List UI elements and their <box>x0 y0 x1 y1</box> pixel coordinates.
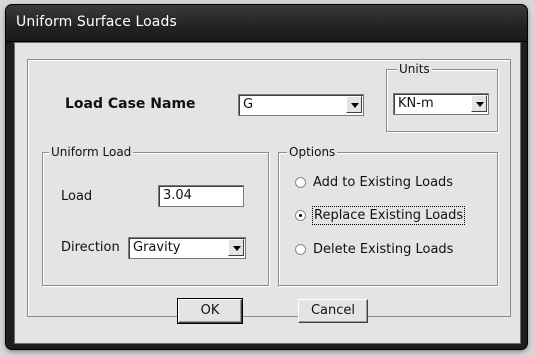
option-add-label: Add to Existing Loads <box>313 175 454 190</box>
option-replace-label: Replace Existing Loads <box>311 206 466 225</box>
radio-icon[interactable] <box>295 177 306 188</box>
chevron-down-icon <box>351 103 359 108</box>
units-group: Units KN-m <box>386 61 498 132</box>
dialog-window: Uniform Surface Loads Load Case Name G U… <box>6 5 527 349</box>
option-replace-existing[interactable]: Replace Existing Loads <box>295 206 485 225</box>
options-legend: Options <box>287 144 338 160</box>
option-delete-label: Delete Existing Loads <box>313 242 454 257</box>
uniform-load-group: Uniform Load Load 3.04 Direction Gravity <box>42 144 269 286</box>
title-bar[interactable]: Uniform Surface Loads <box>6 5 527 42</box>
ok-button[interactable]: OK <box>177 298 243 324</box>
load-case-select[interactable]: G <box>238 94 364 116</box>
direction-dropdown-button[interactable] <box>228 239 244 256</box>
direction-select[interactable]: Gravity <box>128 237 246 259</box>
units-legend: Units <box>397 61 432 77</box>
chevron-down-icon <box>233 246 241 251</box>
window-title: Uniform Surface Loads <box>16 14 177 30</box>
option-add-to-existing[interactable]: Add to Existing Loads <box>295 174 485 192</box>
radio-icon[interactable] <box>295 210 306 221</box>
dialog-frame: Load Case Name G Units KN-m Uniform Load… <box>27 59 511 324</box>
cancel-button[interactable]: Cancel <box>298 299 368 323</box>
radio-icon[interactable] <box>295 244 306 255</box>
load-case-name-label: Load Case Name <box>65 96 196 112</box>
direction-value: Gravity <box>133 240 181 255</box>
load-case-dropdown-button[interactable] <box>346 96 362 113</box>
load-label: Load <box>61 189 93 204</box>
dialog-body: Load Case Name G Units KN-m Uniform Load… <box>14 42 521 344</box>
option-delete-existing[interactable]: Delete Existing Loads <box>295 241 485 259</box>
options-group: Options Add to Existing Loads Replace Ex… <box>278 144 498 286</box>
chevron-down-icon <box>476 102 484 107</box>
units-value: KN-m <box>398 96 434 111</box>
units-select[interactable]: KN-m <box>393 93 489 115</box>
units-dropdown-button[interactable] <box>471 95 487 112</box>
uniform-load-legend: Uniform Load <box>49 144 134 160</box>
load-value-input[interactable]: 3.04 <box>158 185 244 207</box>
load-case-value: G <box>243 97 254 112</box>
load-value: 3.04 <box>163 188 192 203</box>
direction-label: Direction <box>61 240 120 255</box>
